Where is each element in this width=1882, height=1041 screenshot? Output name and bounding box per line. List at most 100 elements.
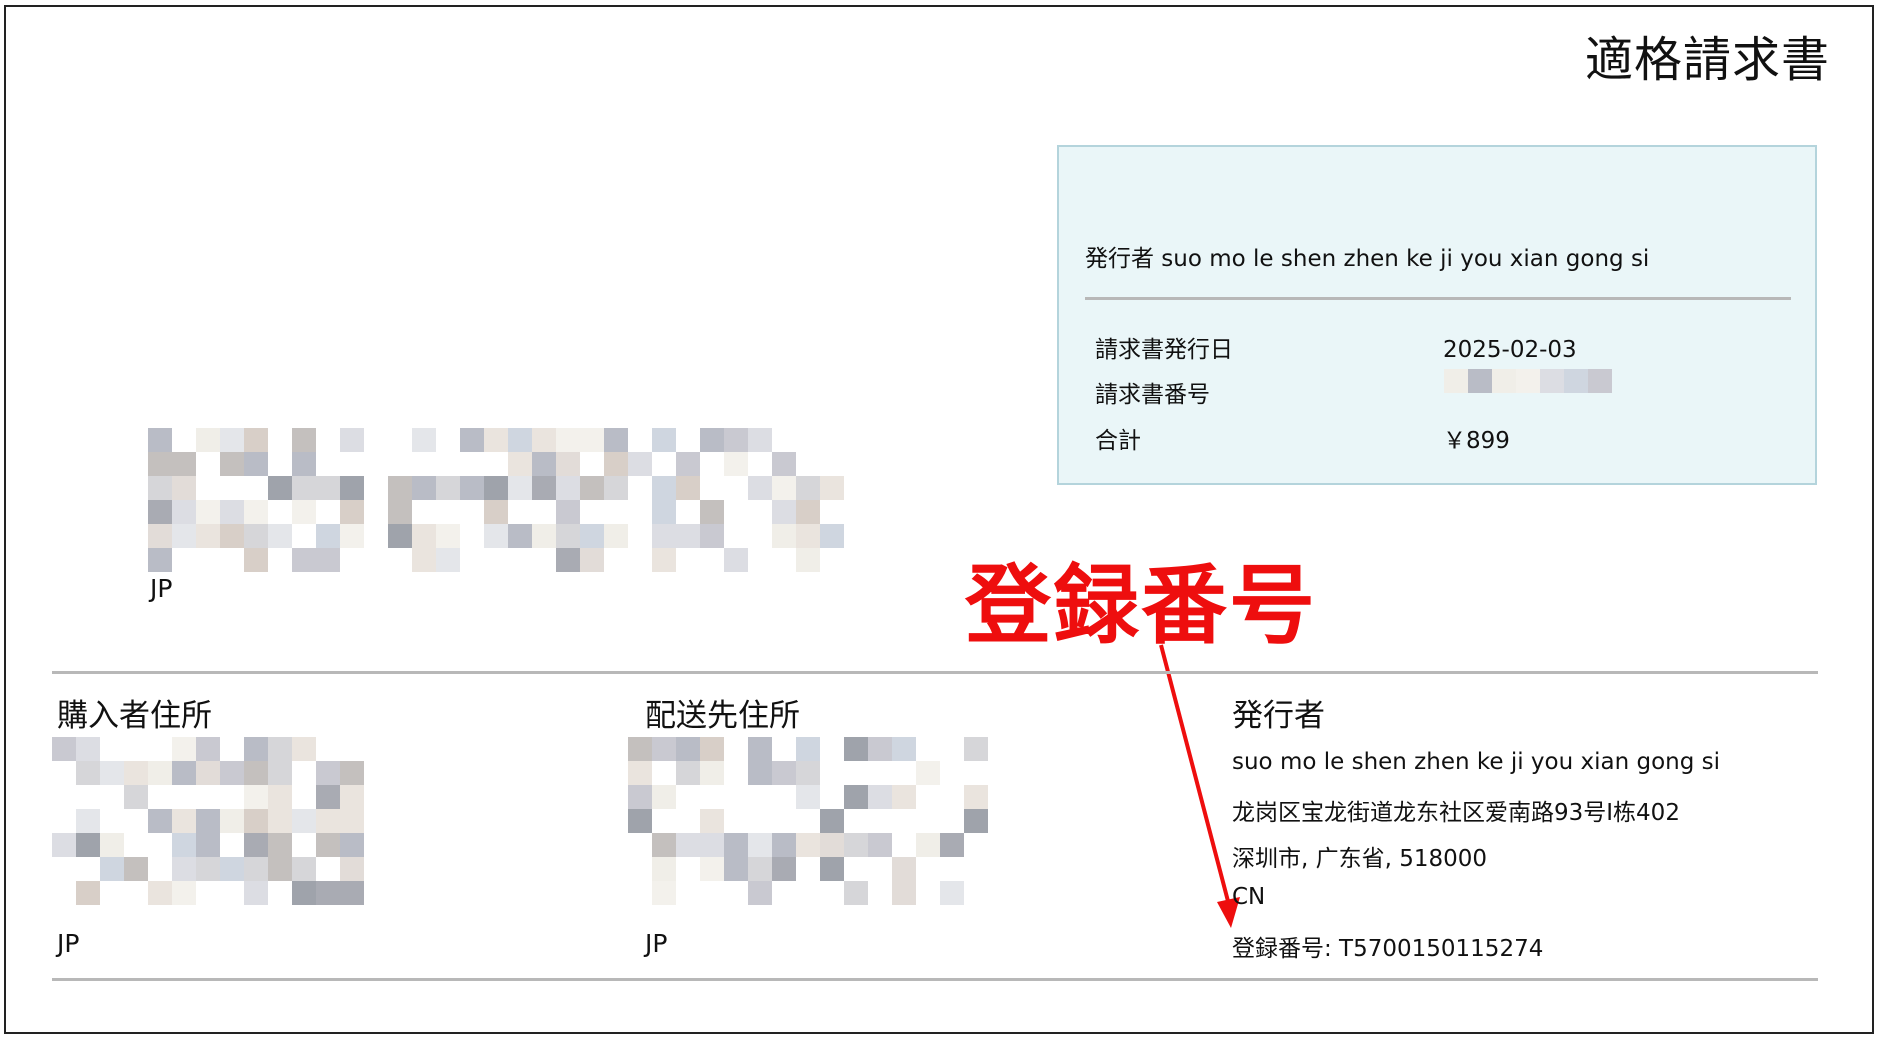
redacted-shipping-address <box>628 737 988 913</box>
redaction-pixel <box>196 761 220 785</box>
redaction-pixel <box>796 833 820 857</box>
redaction-pixel <box>724 833 748 857</box>
redaction-pixel <box>340 761 364 785</box>
redacted-purchaser-address <box>52 737 372 913</box>
redaction-pixel <box>892 857 916 881</box>
redaction-pixel <box>316 881 340 905</box>
redaction-pixel <box>772 761 796 785</box>
redaction-pixel <box>652 833 676 857</box>
redaction-pixel <box>892 785 916 809</box>
redaction-pixel <box>172 761 196 785</box>
redaction-pixel <box>652 785 676 809</box>
redaction-pixel <box>772 833 796 857</box>
shipping-address-heading: 配送先住所 <box>645 698 800 734</box>
redaction-pixel <box>220 761 244 785</box>
redaction-pixel <box>340 881 364 905</box>
redaction-pixel <box>268 833 292 857</box>
redaction-pixel <box>148 881 172 905</box>
issuer-city-province: 深圳市, 广东省, 518000 <box>1232 846 1488 872</box>
redaction-pixel <box>76 761 100 785</box>
redaction-pixel <box>964 737 988 761</box>
redaction-pixel <box>268 737 292 761</box>
redaction-pixel <box>100 761 124 785</box>
redaction-pixel <box>76 833 100 857</box>
redaction-pixel <box>124 761 148 785</box>
redaction-pixel <box>316 809 340 833</box>
redaction-pixel <box>844 881 868 905</box>
issuer-company-name: suo mo le shen zhen ke ji you xian gong … <box>1232 749 1721 775</box>
redaction-pixel <box>76 881 100 905</box>
redaction-pixel <box>196 809 220 833</box>
issuer-street-address: 龙岗区宝龙街道龙东社区爱南路93号I栋402 <box>1232 800 1680 826</box>
redaction-pixel <box>892 881 916 905</box>
top-divider <box>52 671 1818 674</box>
redaction-pixel <box>244 809 268 833</box>
redaction-pixel <box>844 785 868 809</box>
redaction-pixel <box>628 785 652 809</box>
redaction-pixel <box>220 857 244 881</box>
redaction-pixel <box>268 761 292 785</box>
bottom-divider <box>52 978 1818 981</box>
redaction-pixel <box>340 857 364 881</box>
redaction-pixel <box>244 833 268 857</box>
redaction-pixel <box>700 761 724 785</box>
redaction-pixel <box>964 809 988 833</box>
redaction-pixel <box>796 737 820 761</box>
redaction-pixel <box>700 737 724 761</box>
redaction-pixel <box>316 761 340 785</box>
redaction-pixel <box>244 761 268 785</box>
redaction-pixel <box>796 761 820 785</box>
redaction-pixel <box>868 785 892 809</box>
redaction-pixel <box>724 857 748 881</box>
redaction-pixel <box>628 737 652 761</box>
redaction-pixel <box>316 833 340 857</box>
redaction-pixel <box>172 737 196 761</box>
redaction-pixel <box>148 761 172 785</box>
shipping-country: JP <box>645 929 668 958</box>
redaction-pixel <box>340 833 364 857</box>
redaction-pixel <box>292 809 316 833</box>
redaction-pixel <box>748 737 772 761</box>
redaction-pixel <box>748 881 772 905</box>
redaction-pixel <box>172 833 196 857</box>
redaction-pixel <box>220 809 244 833</box>
purchaser-country: JP <box>57 929 80 958</box>
redaction-pixel <box>796 785 820 809</box>
redaction-pixel <box>244 785 268 809</box>
redaction-pixel <box>196 737 220 761</box>
redaction-pixel <box>628 761 652 785</box>
redaction-pixel <box>148 809 172 833</box>
purchaser-address-heading: 購入者住所 <box>57 698 212 734</box>
redaction-pixel <box>820 809 844 833</box>
redaction-pixel <box>196 833 220 857</box>
redaction-pixel <box>124 785 148 809</box>
redaction-pixel <box>268 857 292 881</box>
redaction-pixel <box>268 809 292 833</box>
redaction-pixel <box>676 737 700 761</box>
redaction-pixel <box>700 857 724 881</box>
redaction-pixel <box>844 737 868 761</box>
redaction-pixel <box>676 833 700 857</box>
redaction-pixel <box>748 857 772 881</box>
redaction-pixel <box>292 881 316 905</box>
redaction-pixel <box>700 809 724 833</box>
redaction-pixel <box>316 785 340 809</box>
redaction-pixel <box>124 857 148 881</box>
redaction-pixel <box>964 785 988 809</box>
redaction-pixel <box>100 857 124 881</box>
redaction-pixel <box>652 881 676 905</box>
redaction-pixel <box>748 761 772 785</box>
redaction-pixel <box>76 737 100 761</box>
redaction-pixel <box>196 857 220 881</box>
redaction-pixel <box>700 833 724 857</box>
redaction-pixel <box>868 833 892 857</box>
redaction-pixel <box>172 881 196 905</box>
redaction-pixel <box>172 809 196 833</box>
redaction-pixel <box>820 833 844 857</box>
redaction-pixel <box>52 833 76 857</box>
issuer-heading: 発行者 <box>1232 698 1325 734</box>
redaction-pixel <box>916 761 940 785</box>
redaction-pixel <box>172 857 196 881</box>
redaction-pixel <box>76 809 100 833</box>
redaction-pixel <box>676 761 700 785</box>
